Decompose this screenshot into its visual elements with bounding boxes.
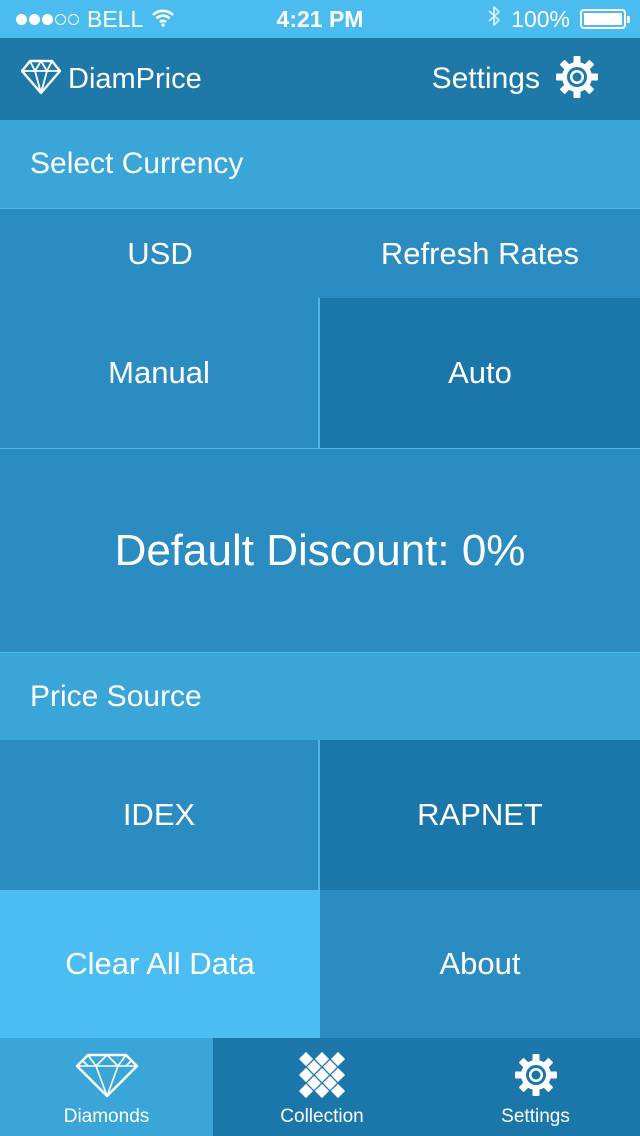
select-currency-header: Select Currency — [0, 120, 640, 208]
about-label: About — [439, 946, 521, 981]
tab-collection-label: Collection — [280, 1106, 364, 1127]
default-discount-label: Default Discount: 0% — [114, 525, 526, 575]
idex-button[interactable]: IDEX — [0, 740, 320, 890]
status-right: 100% — [487, 0, 630, 38]
manual-label: Manual — [108, 355, 210, 390]
tab-diamonds[interactable]: Diamonds — [0, 1038, 213, 1136]
rapnet-label: RAPNET — [417, 797, 543, 832]
tab-collection[interactable]: Collection — [213, 1038, 431, 1136]
auto-label: Auto — [448, 355, 512, 390]
price-source-row: IDEX RAPNET — [0, 740, 640, 890]
tab-diamonds-label: Diamonds — [63, 1106, 150, 1127]
brand-name: DiamPrice — [68, 62, 202, 95]
price-source-label: Price Source — [30, 679, 202, 713]
price-source-header: Price Source — [0, 652, 640, 740]
tab-settings[interactable]: Settings — [431, 1038, 640, 1136]
select-currency-label: Select Currency — [30, 147, 244, 180]
brand: DiamPrice — [20, 38, 202, 120]
nav-bar: DiamPrice Settings — [0, 38, 640, 120]
refresh-rates-button[interactable]: Refresh Rates — [320, 209, 640, 298]
idex-label: IDEX — [122, 797, 196, 832]
default-discount-row[interactable]: Default Discount: 0% — [0, 448, 640, 652]
diamond-icon — [74, 1048, 140, 1102]
refresh-rates-label: Refresh Rates — [380, 235, 580, 271]
clear-all-data-button[interactable]: Clear All Data — [0, 890, 320, 1038]
status-bar: BELL 4:21 PM 100% — [0, 0, 640, 38]
manual-button[interactable]: Manual — [0, 298, 320, 448]
battery-icon — [580, 9, 630, 29]
nav-settings-button[interactable]: Settings — [432, 38, 600, 120]
rate-mode-row: Manual Auto — [0, 298, 640, 448]
currency-value: USD — [127, 235, 193, 271]
actions-row: Clear All Data About — [0, 890, 640, 1038]
clear-all-data-label: Clear All Data — [65, 946, 255, 981]
currency-select-button[interactable]: USD — [0, 209, 320, 298]
grid-icon — [298, 1048, 346, 1102]
gear-icon — [513, 1048, 559, 1102]
gear-icon — [554, 54, 600, 105]
rapnet-button[interactable]: RAPNET — [320, 740, 640, 890]
currency-row: USD Refresh Rates — [0, 208, 640, 298]
auto-button[interactable]: Auto — [320, 298, 640, 448]
tab-bar: Diamonds Collection Settings — [0, 1038, 640, 1136]
nav-settings-label: Settings — [431, 62, 540, 95]
tab-settings-label: Settings — [501, 1106, 570, 1127]
battery-percent: 100% — [511, 5, 570, 32]
about-button[interactable]: About — [320, 890, 640, 1038]
diamond-logo-icon — [20, 58, 62, 101]
bluetooth-icon — [487, 5, 501, 33]
